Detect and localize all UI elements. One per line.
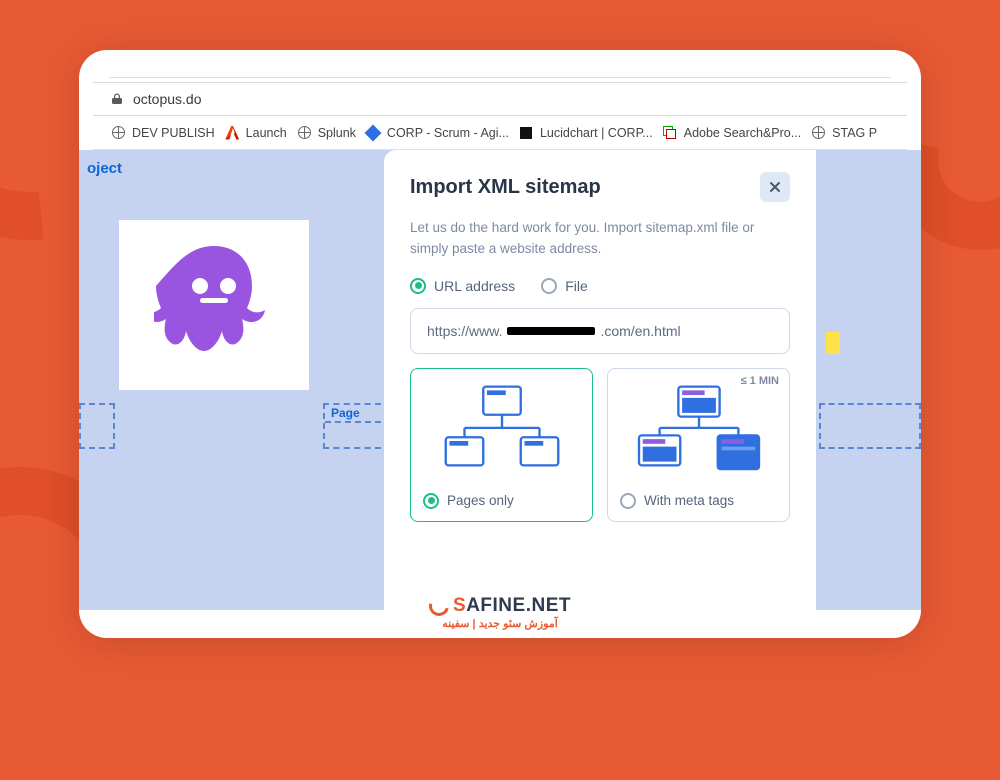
bookmark-label: Launch — [246, 126, 287, 140]
source-url-option[interactable]: URL address — [410, 278, 515, 294]
project-title-fragment: oject — [87, 160, 122, 177]
yellow-marker — [826, 332, 840, 354]
diamond-icon — [366, 125, 381, 140]
brand-first-letter: S — [453, 595, 466, 616]
bookmark-item[interactable]: Splunk — [297, 125, 356, 140]
browser-chrome: octopus.do DEV PUBLISH Launch Splunk CORP -… — [79, 50, 921, 150]
globe-icon — [811, 125, 826, 140]
url-input[interactable]: https://www. .com/en.html — [410, 308, 790, 354]
octopus-icon — [154, 240, 274, 370]
eta-badge: ≤ 1 MIN — [741, 375, 779, 387]
screenshot-card: octopus.do DEV PUBLISH Launch Splunk CORP -… — [79, 50, 921, 638]
pages-only-illustration — [423, 379, 580, 487]
bookmarks-bar: DEV PUBLISH Launch Splunk CORP - Scrum - Ag… — [93, 116, 907, 150]
bookmark-item[interactable]: Launch — [225, 125, 287, 140]
globe-icon — [297, 125, 312, 140]
globe-icon — [111, 125, 126, 140]
page-node-edge — [79, 403, 115, 449]
address-text: octopus.do — [133, 91, 202, 107]
bookmark-item[interactable]: Adobe Search&Pro... — [663, 125, 801, 140]
import-sitemap-modal: Import XML sitemap Let us do the hard wo… — [384, 150, 816, 610]
radio-icon — [423, 493, 439, 509]
square-icon — [519, 125, 534, 140]
logo-card — [119, 220, 309, 390]
bookmark-item[interactable]: STAG P — [811, 125, 877, 140]
bookmark-label: Lucidchart | CORP... — [540, 126, 653, 140]
option-label: URL address — [434, 278, 515, 294]
layers-icon — [663, 125, 678, 140]
modal-title: Import XML sitemap — [410, 176, 601, 199]
bookmark-item[interactable]: DEV PUBLISH — [111, 125, 215, 140]
safine-watermark: SAFINE.NET آموزش سئو جدید | سفینه — [79, 595, 921, 630]
lock-icon — [111, 93, 123, 105]
close-button[interactable] — [760, 172, 790, 202]
adobe-icon — [225, 125, 240, 140]
safine-swish-icon — [425, 592, 452, 619]
bookmark-label: Splunk — [318, 126, 356, 140]
modal-description: Let us do the hard work for you. Import … — [410, 218, 790, 260]
bookmark-label: STAG P — [832, 126, 877, 140]
option-label: File — [565, 278, 588, 294]
bookmark-item[interactable]: Lucidchart | CORP... — [519, 125, 653, 140]
bookmark-label: Adobe Search&Pro... — [684, 126, 801, 140]
choice-with-meta[interactable]: ≤ 1 MIN — [607, 368, 790, 522]
choice-label: With meta tags — [644, 493, 734, 508]
choice-label: Pages only — [447, 493, 514, 508]
safine-subtitle: آموزش سئو جدید | سفینه — [442, 617, 558, 630]
choice-pages-only[interactable]: Pages only — [410, 368, 593, 522]
tab-strip — [109, 68, 891, 78]
url-prefix: https://www. — [427, 323, 502, 339]
brand-rest: AFINE.NET — [466, 595, 571, 616]
radio-icon — [410, 278, 426, 294]
radio-icon — [620, 493, 636, 509]
source-type-radio-group: URL address File — [410, 278, 790, 294]
redacted-text — [507, 327, 595, 335]
address-bar[interactable]: octopus.do — [93, 82, 907, 116]
app-canvas: oject Page Import XML sitemap — [79, 150, 921, 610]
bookmark-item[interactable]: CORP - Scrum - Agi... — [366, 125, 509, 140]
page-node-edge — [819, 403, 921, 449]
import-mode-group: Pages only ≤ 1 MIN — [410, 368, 790, 522]
source-file-option[interactable]: File — [541, 278, 588, 294]
bookmark-label: CORP - Scrum - Agi... — [387, 126, 509, 140]
radio-icon — [541, 278, 557, 294]
url-suffix: .com/en.html — [600, 323, 680, 339]
bookmark-label: DEV PUBLISH — [132, 126, 215, 140]
close-icon — [768, 180, 782, 194]
with-meta-illustration — [620, 379, 777, 487]
